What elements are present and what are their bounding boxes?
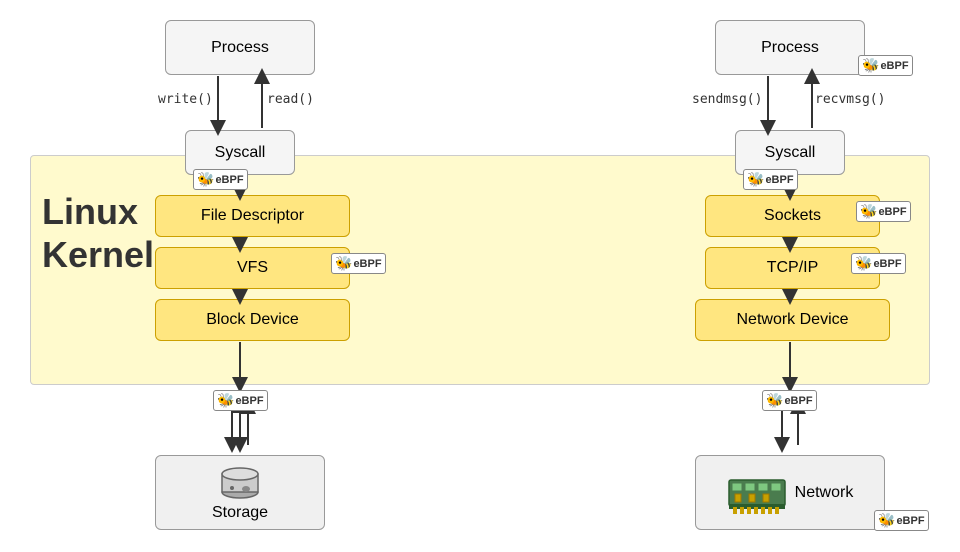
network-device-box: Network Device <box>695 299 890 341</box>
kernel-label: LinuxKernel <box>42 190 154 276</box>
tcpip-ebpf: 🐝eBPF <box>851 253 906 274</box>
left-process-box: Process <box>165 20 315 75</box>
right-syscall-label: Syscall <box>765 144 816 162</box>
sockets-label: Sockets <box>764 207 821 225</box>
vfs-label: VFS <box>237 259 268 277</box>
network-label: Network <box>795 484 854 502</box>
storage-label: Storage <box>212 504 268 522</box>
hdd-icon <box>216 464 264 500</box>
read-label: read() <box>267 92 314 107</box>
write-label: write() <box>158 92 213 107</box>
left-bottom-ebpf: 🐝eBPF <box>213 390 268 411</box>
vfs-ebpf: 🐝eBPF <box>331 253 386 274</box>
left-syscall-label: Syscall <box>215 144 266 162</box>
right-process-label: Process <box>761 39 819 57</box>
network-device-label: Network Device <box>736 311 848 329</box>
block-device-label: Block Device <box>206 311 298 329</box>
file-descriptor-box: File Descriptor <box>155 195 350 237</box>
left-syscall-ebpf: 🐝eBPF <box>193 169 248 190</box>
storage-box: Storage <box>155 455 325 530</box>
right-process-ebpf: 🐝eBPF <box>858 55 913 76</box>
diagram: LinuxKernel <box>0 0 960 552</box>
block-device-box: Block Device <box>155 299 350 341</box>
network-box-ebpf: 🐝eBPF <box>874 510 929 531</box>
right-bottom-ebpf: 🐝eBPF <box>762 390 817 411</box>
sockets-ebpf: 🐝eBPF <box>856 201 911 222</box>
sendmsg-label: sendmsg() <box>692 92 762 107</box>
nic-icon <box>727 472 787 514</box>
file-descriptor-label: File Descriptor <box>201 207 304 225</box>
network-box: Network <box>695 455 885 530</box>
tcpip-label: TCP/IP <box>767 259 819 277</box>
vfs-box: VFS 🐝eBPF <box>155 247 350 289</box>
left-process-label: Process <box>211 39 269 57</box>
right-process-box: Process <box>715 20 865 75</box>
right-syscall-ebpf: 🐝eBPF <box>743 169 798 190</box>
sockets-box: Sockets 🐝eBPF <box>705 195 880 237</box>
recvmsg-label: recvmsg() <box>815 92 885 107</box>
tcpip-box: TCP/IP 🐝eBPF <box>705 247 880 289</box>
